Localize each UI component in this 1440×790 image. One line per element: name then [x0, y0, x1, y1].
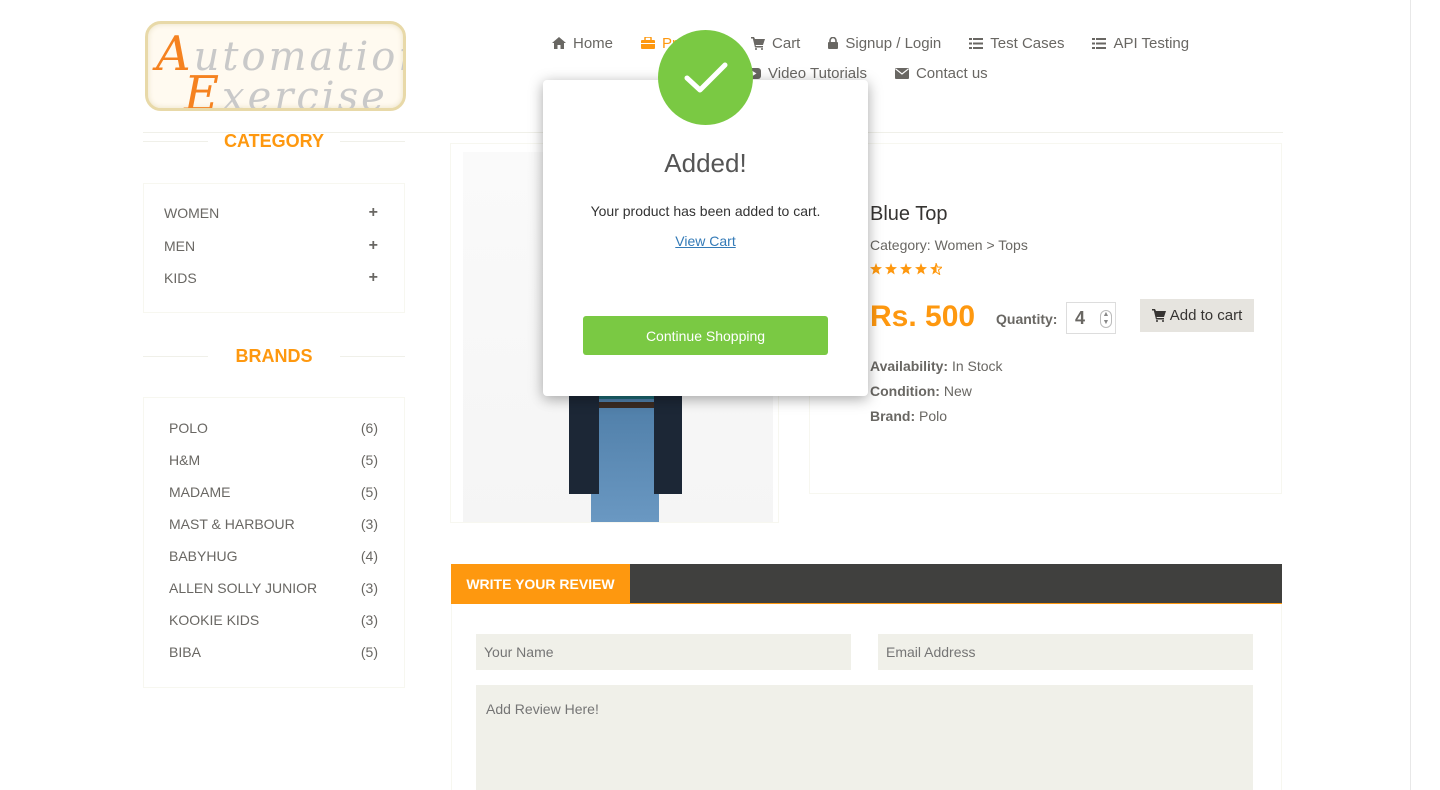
nav-cart[interactable]: Cart: [751, 35, 800, 52]
review-email-input[interactable]: [878, 634, 1253, 670]
brand-item[interactable]: MAST & HARBOUR (3): [144, 508, 404, 540]
brand-count: (3): [360, 580, 378, 596]
category-label: MEN: [164, 237, 196, 254]
products-icon: [641, 37, 656, 49]
review-name-input[interactable]: [476, 634, 851, 670]
nav-contact-us[interactable]: Contact us: [894, 64, 988, 82]
brand-item[interactable]: BIBA (5): [144, 636, 404, 668]
expand-icon[interactable]: +: [369, 204, 378, 222]
cart-icon: [751, 36, 766, 50]
brand-label: BIBA: [169, 644, 201, 660]
product-category: Category: Women > Tops: [870, 237, 1028, 253]
image-jeans: [591, 399, 659, 522]
brand-count: (3): [360, 516, 378, 532]
quantity-input[interactable]: 4 ▲ ▼: [1066, 302, 1116, 334]
brand-count: (5): [360, 644, 378, 660]
brand-item[interactable]: BABYHUG (4): [144, 540, 404, 572]
site-logo[interactable]: Automation Exercise: [145, 21, 406, 111]
condition-value: New: [943, 383, 972, 399]
brand-count: (5): [360, 484, 378, 500]
review-tabs: WRITE YOUR REVIEW: [451, 564, 1282, 604]
nav-video-tutorials[interactable]: Video Tutorials: [747, 65, 867, 82]
brand-count: (3): [360, 612, 378, 628]
availability-label: Availability:: [870, 358, 949, 374]
brands-title: BRANDS: [143, 346, 405, 367]
quantity-stepper[interactable]: ▲ ▼: [1100, 310, 1112, 328]
brands-panel: POLO (6) H&M (5) MADAME (5) MAST & HARBOUR (…: [143, 397, 405, 688]
lock-icon: [828, 37, 839, 49]
brand-item[interactable]: MADAME (5): [144, 476, 404, 508]
main-nav: Home Pr Cart Signup / Login Test Cases A…: [540, 28, 1190, 88]
image-cardigan-right: [654, 394, 682, 494]
brand: Brand: Polo: [870, 408, 947, 424]
expand-icon[interactable]: +: [369, 269, 378, 287]
checkmark-icon: [684, 62, 727, 92]
review-text-input[interactable]: [476, 685, 1253, 790]
brand-value: Polo: [919, 408, 948, 424]
brand-item[interactable]: H&M (5): [144, 444, 404, 476]
nav-signup-login[interactable]: Signup / Login: [828, 35, 941, 52]
view-cart-link[interactable]: View Cart: [675, 233, 735, 249]
list-icon: [1092, 37, 1107, 49]
continue-shopping-button[interactable]: Continue Shopping: [583, 316, 828, 355]
nav-api-testing[interactable]: API Testing: [1092, 35, 1189, 52]
rating-stars: [870, 262, 944, 278]
expand-icon[interactable]: +: [369, 237, 378, 255]
image-belt: [593, 402, 657, 408]
brand-count: (6): [360, 420, 378, 436]
product-name: Blue Top: [870, 203, 948, 225]
star-icon: [870, 262, 944, 276]
nav-home[interactable]: Home: [552, 35, 613, 52]
logo-line-2: Exercise: [184, 66, 388, 111]
home-icon: [552, 37, 566, 49]
modal-message: Your product has been added to cart.: [590, 203, 821, 219]
scrollbar-track: [1410, 0, 1411, 790]
nav-test-cases-label: Test Cases: [990, 34, 1065, 52]
nav-test-cases[interactable]: Test Cases: [969, 35, 1064, 52]
category-women[interactable]: WOMEN +: [144, 197, 404, 230]
category-panel: WOMEN + MEN + KIDS +: [143, 183, 405, 313]
quantity-value: 4: [1075, 308, 1086, 328]
nav-home-label: Home: [573, 34, 614, 52]
condition: Condition: New: [870, 383, 972, 399]
category-men[interactable]: MEN +: [144, 230, 404, 263]
category-title: CATEGORY: [143, 131, 405, 152]
availability-value: In Stock: [951, 358, 1003, 374]
brand-label: POLO: [169, 420, 208, 436]
cart-icon: [1151, 309, 1166, 322]
add-to-cart-label: Add to cart: [1169, 307, 1243, 324]
brand-label: H&M: [169, 452, 201, 468]
availability: Availability: In Stock: [870, 358, 1003, 374]
brand-label: ALLEN SOLLY JUNIOR: [169, 580, 318, 596]
brand-label: MADAME: [169, 484, 231, 500]
modal-link-row: View Cart: [543, 233, 868, 249]
image-cardigan-left: [569, 394, 599, 494]
add-to-cart-button[interactable]: Add to cart: [1140, 299, 1254, 332]
brand-label: KOOKIE KIDS: [169, 612, 260, 628]
brand-label: BABYHUG: [169, 548, 238, 564]
success-badge: [658, 30, 753, 125]
category-label: WOMEN: [164, 205, 220, 222]
envelope-icon: [894, 67, 909, 79]
nav-video-tutorials-label: Video Tutorials: [768, 64, 867, 82]
modal-title: Added!: [664, 148, 747, 178]
category-kids[interactable]: KIDS +: [144, 262, 404, 295]
nav-signup-login-label: Signup / Login: [845, 34, 942, 52]
brand-item[interactable]: ALLEN SOLLY JUNIOR (3): [144, 572, 404, 604]
condition-label: Condition:: [870, 383, 940, 399]
tab-write-review[interactable]: WRITE YOUR REVIEW: [451, 564, 630, 603]
product-price: Rs. 500: [870, 300, 976, 333]
brand-item[interactable]: KOOKIE KIDS (3): [144, 604, 404, 636]
quantity-label: Quantity:: [996, 311, 1058, 327]
nav-cart-label: Cart: [772, 34, 801, 52]
nav-contact-us-label: Contact us: [915, 64, 988, 82]
brand-item[interactable]: POLO (6): [144, 412, 404, 444]
brand-count: (4): [360, 548, 378, 564]
nav-api-testing-label: API Testing: [1113, 34, 1190, 52]
category-label: KIDS: [164, 270, 197, 287]
list-icon: [969, 37, 984, 49]
brand-label: MAST & HARBOUR: [169, 516, 295, 532]
brand-label: Brand:: [870, 408, 916, 424]
brand-count: (5): [360, 452, 378, 468]
